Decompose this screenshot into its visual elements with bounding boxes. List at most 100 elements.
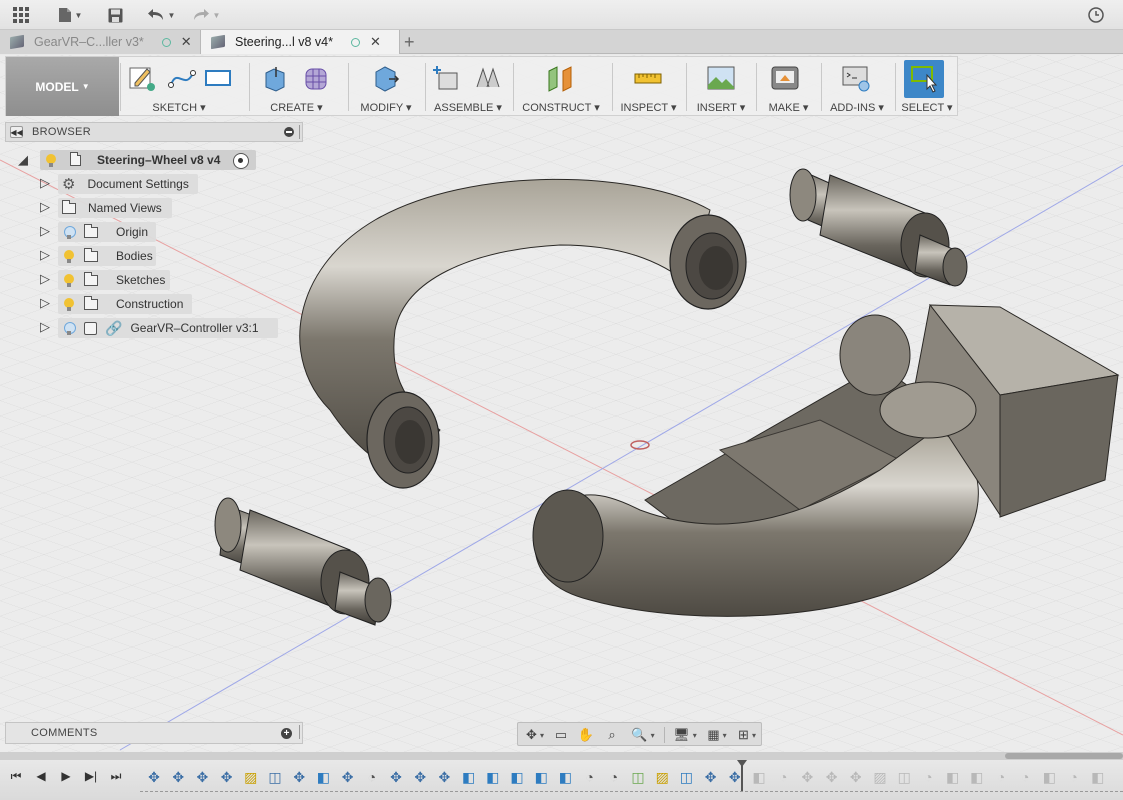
create-group[interactable]: CREATE ▾ — [254, 57, 339, 116]
resize-grip-icon[interactable] — [299, 125, 301, 139]
visibility-bulb-icon[interactable] — [46, 153, 56, 167]
assemble-menu[interactable]: ASSEMBLE ▾ — [428, 101, 508, 114]
browser-item-sketches[interactable]: ▷ Sketches — [40, 270, 170, 290]
expand-triangle-icon[interactable]: ▷ — [40, 199, 50, 215]
modify-menu[interactable]: MODIFY ▾ — [352, 101, 420, 114]
timeline-feature-icon[interactable]: ◔ — [363, 769, 381, 785]
timeline-scroll-thumb[interactable] — [1005, 753, 1123, 759]
extrude-icon[interactable] — [260, 63, 290, 93]
insert-image-icon[interactable] — [706, 63, 736, 93]
new-tab-icon[interactable]: + — [404, 32, 415, 53]
timeline-feature-icon[interactable]: ✥ — [411, 769, 429, 785]
tab-gearvr-controller[interactable]: GearVR–C...ller v3* ✕ — [0, 30, 200, 54]
visibility-bulb-icon[interactable] — [64, 249, 74, 263]
addins-menu[interactable]: ADD-INS ▾ — [823, 101, 891, 114]
timeline-feature-icon[interactable]: ◧ — [508, 769, 526, 785]
timeline-feature-icon[interactable]: ◔ — [1065, 769, 1083, 785]
browser-item-construction[interactable]: ▷ Construction — [40, 294, 192, 314]
timeline-feature-icon[interactable]: ▨ — [242, 769, 260, 785]
measure-icon[interactable] — [633, 63, 663, 93]
expand-triangle-icon[interactable]: ▷ — [40, 223, 50, 239]
step-forward-icon[interactable]: ▶| — [83, 768, 99, 784]
resize-grip-icon[interactable] — [299, 725, 301, 739]
timeline-feature-icon[interactable]: ✥ — [145, 769, 163, 785]
skip-start-icon[interactable]: ⏮ — [8, 768, 24, 784]
expand-triangle-icon[interactable]: ▷ — [40, 319, 50, 335]
timeline-feature-icon[interactable]: ◧ — [484, 769, 502, 785]
timeline-feature-icon[interactable]: ◫ — [266, 769, 284, 785]
construct-menu[interactable]: CONSTRUCT ▾ — [516, 101, 606, 114]
assemble-group[interactable]: ASSEMBLE ▾ — [428, 57, 508, 116]
timeline-feature-icon[interactable]: ◫ — [895, 769, 913, 785]
visibility-bulb-icon[interactable] — [64, 273, 74, 287]
timeline-feature-icon[interactable]: ✥ — [193, 769, 211, 785]
fit-icon[interactable]: 🔍 ▾ — [630, 727, 656, 743]
timeline-feature-icon[interactable]: ✥ — [702, 769, 720, 785]
scripts-icon[interactable] — [841, 63, 871, 93]
timeline-feature-icon[interactable]: ✥ — [169, 769, 187, 785]
browser-item-document-settings[interactable]: ▷ ⚙ Document Settings — [40, 174, 198, 194]
job-status-icon[interactable] — [1086, 5, 1106, 25]
timeline-feature-icon[interactable]: ✥ — [435, 769, 453, 785]
inspect-group[interactable]: INSPECT ▾ — [616, 57, 681, 116]
timeline-feature-icon[interactable]: ◔ — [774, 769, 792, 785]
file-icon[interactable]: ▼ — [56, 5, 84, 25]
expand-triangle-icon[interactable]: ▷ — [40, 295, 50, 311]
add-comment-icon[interactable]: + — [281, 728, 292, 739]
timeline-feature-icon[interactable]: ◧ — [968, 769, 986, 785]
grid-settings-icon[interactable]: ▦ ▾ — [704, 727, 730, 743]
expand-triangle-icon[interactable]: ▷ — [40, 271, 50, 287]
comments-panel-header[interactable]: COMMENTS + — [5, 722, 303, 744]
press-pull-icon[interactable] — [371, 63, 401, 93]
expand-triangle-icon[interactable]: ▷ — [40, 247, 50, 263]
visibility-bulb-icon[interactable] — [64, 225, 76, 239]
workspace-switcher[interactable]: MODEL ▼ — [6, 57, 119, 116]
visibility-bulb-icon[interactable] — [64, 321, 76, 335]
spline-icon[interactable] — [167, 63, 197, 93]
select-group[interactable]: SELECT ▾ — [899, 57, 955, 116]
timeline-feature-icon[interactable]: ◔ — [919, 769, 937, 785]
modify-group[interactable]: MODIFY ▾ — [352, 57, 420, 116]
form-icon[interactable] — [302, 63, 332, 93]
timeline-scroll-track[interactable] — [0, 752, 1123, 760]
browser-root-node[interactable]: ◢ Steering–Wheel v8 v4 — [18, 150, 256, 170]
timeline-feature-icon[interactable]: ✥ — [823, 769, 841, 785]
timeline-feature-icon[interactable]: ◧ — [1040, 769, 1058, 785]
timeline-feature-icon[interactable]: ◧ — [460, 769, 478, 785]
sketch-group[interactable]: SKETCH ▾ — [123, 57, 235, 116]
select-icon[interactable] — [909, 63, 939, 93]
new-component-icon[interactable] — [431, 63, 461, 93]
timeline-feature-icon[interactable]: ▨ — [653, 769, 671, 785]
timeline-feature-icon[interactable]: ◔ — [581, 769, 599, 785]
timeline-feature-icon[interactable]: ✥ — [847, 769, 865, 785]
sketch-menu[interactable]: SKETCH ▾ — [123, 101, 235, 114]
viewports-icon[interactable]: ⊞ ▾ — [734, 727, 760, 743]
save-icon[interactable] — [106, 5, 124, 25]
browser-panel-header[interactable]: ◀◀ BROWSER — [5, 122, 303, 142]
browser-item-origin[interactable]: ▷ Origin — [40, 222, 156, 242]
timeline-feature-icon[interactable]: ◫ — [629, 769, 647, 785]
browser-item-gearvr-controller[interactable]: ▷ 🔗 GearVR–Controller v3:1 — [40, 318, 278, 338]
timeline-feature-icon[interactable]: ◧ — [556, 769, 574, 785]
redo-icon[interactable]: ▼ — [190, 5, 222, 25]
create-menu[interactable]: CREATE ▾ — [254, 101, 339, 114]
timeline-feature-icon[interactable]: ◫ — [677, 769, 695, 785]
orbit-icon[interactable]: ✥ ▾ — [522, 727, 548, 743]
insert-group[interactable]: INSERT ▾ — [690, 57, 752, 116]
step-back-icon[interactable]: ◀ — [33, 768, 49, 784]
construct-group[interactable]: CONSTRUCT ▾ — [516, 57, 606, 116]
browser-item-named-views[interactable]: ▷ Named Views — [40, 198, 172, 218]
zoom-icon[interactable]: ⌕ — [604, 727, 620, 743]
play-icon[interactable]: ▶ — [58, 768, 74, 784]
timeline-feature-icon[interactable]: ✥ — [339, 769, 357, 785]
timeline-feature-icon[interactable]: ▨ — [871, 769, 889, 785]
close-tab-icon[interactable]: ✕ — [181, 34, 192, 50]
close-tab-icon[interactable]: ✕ — [370, 34, 381, 50]
collapse-browser-icon[interactable]: ◀◀ — [10, 126, 23, 138]
3d-print-icon[interactable] — [770, 63, 800, 93]
offset-plane-icon[interactable] — [546, 63, 576, 93]
browser-item-bodies[interactable]: ▷ Bodies — [40, 246, 156, 266]
timeline-feature-icon[interactable]: ✥ — [798, 769, 816, 785]
look-at-icon[interactable]: ▭ — [553, 727, 569, 743]
timeline-feature-icon[interactable]: ◧ — [1089, 769, 1107, 785]
